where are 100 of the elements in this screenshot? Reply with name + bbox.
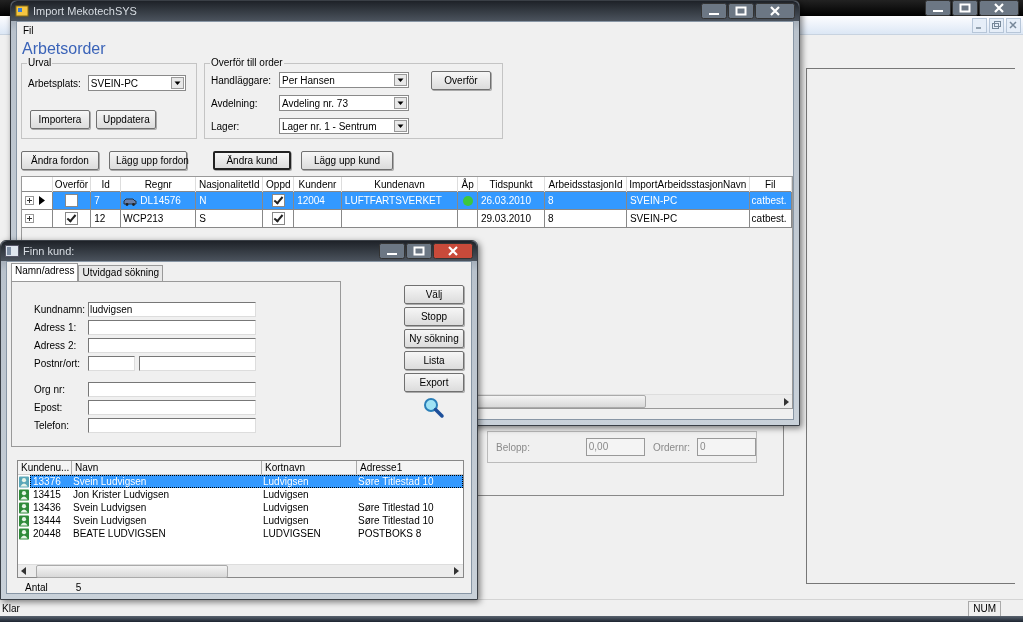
button[interactable]: Lista <box>404 351 464 370</box>
column-header[interactable]: NasjonalitetId <box>195 177 263 192</box>
checkbox[interactable] <box>65 212 79 225</box>
scroll-right-icon[interactable] <box>784 397 790 406</box>
expand-icon[interactable] <box>25 196 34 205</box>
column-header[interactable]: Kortnavn <box>262 461 357 474</box>
column-header[interactable]: Kundenr <box>293 177 342 192</box>
table-cell-text: Søre Titlestad 10 <box>358 502 435 513</box>
column-header[interactable]: Åp <box>457 177 478 192</box>
table-cell-text: 13444 <box>32 515 62 526</box>
person-icon <box>19 501 29 514</box>
expand-icon[interactable] <box>25 214 34 223</box>
button[interactable]: Välj <box>404 285 464 304</box>
table-cell-text: Svein Ludvigsen <box>73 476 148 487</box>
dropdown[interactable]: Lager nr. 1 - Sentrum <box>279 118 409 134</box>
input-field[interactable] <box>88 338 256 353</box>
field-label: Belopp: <box>496 441 531 453</box>
button[interactable]: Ändra fordon <box>21 151 99 170</box>
minimize-button[interactable] <box>925 0 951 16</box>
button[interactable]: Importera <box>30 110 90 129</box>
field-label: Ordernr: <box>652 441 689 453</box>
checkbox[interactable] <box>271 212 285 225</box>
table-cell: catbest. <box>751 195 787 206</box>
count-label: Antal <box>25 582 48 593</box>
maximize-button[interactable] <box>952 0 978 16</box>
group-title: Overför till order <box>210 57 284 68</box>
input-field[interactable] <box>139 356 256 371</box>
count-value: 5 <box>75 582 82 593</box>
table-cell-text: LUDVIGSEN <box>263 528 322 539</box>
field-label: Org nr: <box>34 384 67 395</box>
table-cell: N <box>199 195 207 206</box>
table-cell-text: Ludvigsen <box>263 502 310 513</box>
field-label: Adress 1: <box>34 322 78 333</box>
dropdown[interactable]: SVEIN-PC <box>87 75 186 91</box>
scrollbar-thumb[interactable] <box>36 564 228 578</box>
button[interactable]: Export <box>404 373 464 392</box>
app-icon <box>15 4 29 18</box>
column-header[interactable]: Navn <box>72 461 262 474</box>
checkbox[interactable] <box>65 194 79 207</box>
button[interactable]: Stopp <box>404 307 464 326</box>
scroll-left-icon[interactable] <box>21 567 27 575</box>
table-cell-text: 13415 <box>32 489 62 500</box>
input-field[interactable] <box>88 382 256 397</box>
button[interactable]: Uppdatera <box>96 110 156 129</box>
list-row[interactable]: 13444 Svein Ludvigsen Ludvigsen Søre Titlestad 10 <box>30 514 463 527</box>
column-header[interactable]: ArbeidsstasjonId <box>544 177 627 192</box>
table-cell: LUFTFARTSVERKET <box>344 195 442 206</box>
list-row[interactable]: 13436 Svein Ludvigsen Ludvigsen Søre Titlestad 10 <box>30 501 463 514</box>
table-cell-text: Søre Titlestad 10 <box>358 476 435 487</box>
maximize-button[interactable] <box>728 3 754 19</box>
field-label: Handläggare: <box>211 74 273 86</box>
list-row[interactable]: 13415 Jon Krister Ludvigsen Ludvigsen <box>30 488 463 501</box>
table-cell: 26.03.2010 <box>480 195 531 206</box>
field-label: Postnr/ort: <box>34 358 82 369</box>
button[interactable]: Lägg upp fordon <box>109 151 187 170</box>
column-header[interactable]: Adresse1 <box>357 461 460 474</box>
input-field[interactable] <box>88 320 256 335</box>
table-cell: 8 <box>548 195 554 206</box>
scroll-right-icon[interactable] <box>454 567 460 575</box>
column-header[interactable]: Regnr <box>120 177 196 192</box>
window-title: Finn kund: <box>23 245 75 257</box>
maximize-button[interactable] <box>406 243 432 259</box>
field-label: Telefon: <box>34 420 71 431</box>
dropdown[interactable]: Per Hansen <box>279 72 409 88</box>
input-field[interactable]: ludvigsen <box>88 302 256 317</box>
tab[interactable]: Namn/adress <box>11 263 79 281</box>
close-button[interactable] <box>979 0 1019 16</box>
minimize-button[interactable] <box>701 3 727 19</box>
table-cell-text: POSTBOKS 8 <box>358 528 423 539</box>
list-row[interactable]: 20448 BEATE LUDVIGSEN LUDVIGSEN POSTBOKS 8 <box>30 527 463 540</box>
dropdown[interactable]: Avdeling nr. 73 <box>279 95 409 111</box>
column-header[interactable]: Kundenu... <box>18 461 72 474</box>
minimize-button[interactable] <box>379 243 405 259</box>
field-label: Epost: <box>34 402 64 413</box>
column-header[interactable]: Oppd <box>262 177 294 192</box>
input-field[interactable] <box>88 356 135 371</box>
column-header[interactable]: Overför <box>52 177 91 192</box>
person-icon <box>19 527 29 540</box>
button[interactable]: Lägg upp kund <box>301 151 393 170</box>
horizontal-scrollbar[interactable] <box>18 564 463 577</box>
tab[interactable]: Utvidgad sökning <box>78 265 164 281</box>
button[interactable]: Overför <box>431 71 491 90</box>
close-button[interactable] <box>433 243 473 259</box>
table-cell-text: Ludvigsen <box>263 515 310 526</box>
table-cell-text: Jon Krister Ludvigsen <box>73 489 171 500</box>
menu-item[interactable]: Fil <box>21 25 36 39</box>
field-label: Adress 2: <box>34 340 78 351</box>
column-header[interactable]: Kundenavn <box>341 177 458 192</box>
group-title: Urval <box>27 57 53 68</box>
column-header[interactable]: ImportArbeidsstasjonNavn <box>626 177 750 192</box>
column-header[interactable]: Fil <box>749 177 792 192</box>
button[interactable]: Ny sökning <box>404 329 464 348</box>
close-button[interactable] <box>755 3 795 19</box>
input-field[interactable] <box>88 418 256 433</box>
column-header[interactable]: Tidspunkt <box>477 177 545 192</box>
column-header[interactable]: Id <box>90 177 121 192</box>
checkbox[interactable] <box>271 194 285 207</box>
input-field[interactable] <box>88 400 256 415</box>
dialog-icon <box>5 245 19 257</box>
button[interactable]: Ändra kund <box>213 151 291 170</box>
